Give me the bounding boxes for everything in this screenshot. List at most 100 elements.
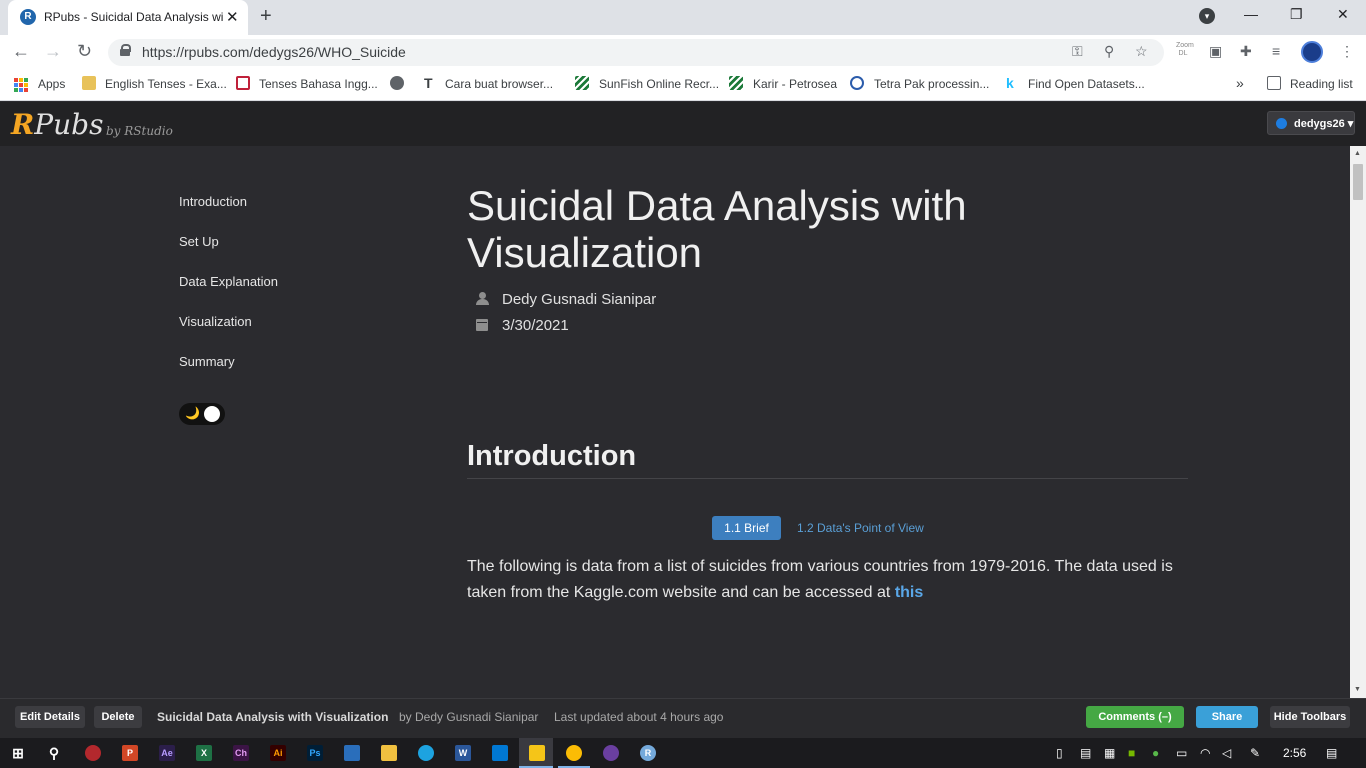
file-explorer-icon[interactable] — [381, 745, 397, 761]
hide-toolbars-button[interactable]: Hide Toolbars — [1270, 706, 1350, 728]
document-content: Introduction Set Up Data Explanation Vis… — [0, 146, 1350, 698]
tray-globe-icon[interactable]: ● — [1152, 746, 1159, 760]
kaggle-link[interactable]: this — [895, 584, 923, 601]
power-icon — [1276, 118, 1287, 129]
volume-icon[interactable]: ◁ — [1222, 746, 1231, 760]
illustrator-icon[interactable]: Ai — [270, 745, 286, 761]
browser-tab-strip: R RPubs - Suicidal Data Analysis wi ✕ + … — [0, 0, 1366, 35]
restore-button[interactable]: ❐ — [1290, 6, 1303, 23]
dark-mode-toggle[interactable]: 🌙 — [179, 403, 225, 425]
powerpoint-icon[interactable]: P — [122, 745, 138, 761]
bookmark-english-tenses[interactable]: English Tenses - Exa... — [105, 77, 227, 91]
notifications-icon[interactable]: ▤ — [1326, 746, 1337, 760]
github-desktop-icon[interactable] — [603, 745, 619, 761]
bookmark-tetra-pak-icon — [850, 76, 864, 90]
share-button[interactable]: Share — [1196, 706, 1258, 728]
bookmark-karir-petrosea[interactable]: Karir - Petrosea — [753, 77, 837, 91]
comments-button[interactable]: Comments (–) — [1086, 706, 1184, 728]
rpubs-logo[interactable]: RPubs — [11, 108, 103, 141]
forward-button[interactable]: → — [44, 41, 62, 62]
tab-search-icon[interactable]: ▾ — [1199, 8, 1215, 24]
toc-set-up[interactable]: Set Up — [179, 234, 219, 249]
bookmark-globe-icon[interactable] — [390, 76, 404, 90]
word-icon[interactable]: W — [455, 745, 471, 761]
calendar-icon — [476, 319, 488, 331]
scroll-down-icon[interactable]: ▼ — [1354, 686, 1361, 693]
publish-date: 3/30/2021 — [502, 317, 569, 334]
app-icon[interactable] — [344, 745, 360, 761]
tray-app-icon[interactable]: ▦ — [1104, 746, 1115, 760]
bookmark-tenses-bahasa-icon — [236, 76, 250, 90]
tab-brief[interactable]: 1.1 Brief — [712, 516, 781, 540]
search-icon[interactable]: ⚲ — [46, 745, 62, 761]
antivirus-icon[interactable] — [85, 745, 101, 761]
character-animator-icon[interactable]: Ch — [233, 745, 249, 761]
bookmark-apps[interactable]: Apps — [38, 77, 65, 91]
bookmark-cara-buat-browser[interactable]: Cara buat browser... — [445, 77, 553, 91]
bookmark-t-icon: T — [424, 75, 433, 91]
taskbar-clock[interactable]: 2:56 — [1283, 746, 1306, 760]
user-menu-button[interactable]: dedygs26 ▾ — [1267, 111, 1355, 135]
nvidia-icon[interactable]: ■ — [1128, 746, 1135, 760]
footer-author: by Dedy Gusnadi Sianipar — [399, 710, 539, 724]
tab-data-point-of-view[interactable]: 1.2 Data's Point of View — [797, 521, 924, 535]
toc-summary[interactable]: Summary — [179, 354, 235, 369]
photoshop-icon[interactable]: Ps — [307, 745, 323, 761]
scroll-up-icon[interactable]: ▲ — [1354, 150, 1361, 157]
window-close-button[interactable]: ✕ — [1337, 6, 1349, 23]
user-name: dedygs26 ▾ — [1294, 118, 1354, 130]
bookmark-tenses-bahasa[interactable]: Tenses Bahasa Ingg... — [259, 77, 378, 91]
chrome-icon[interactable] — [566, 745, 582, 761]
section-divider — [467, 478, 1188, 479]
pen-icon[interactable]: ✎ — [1250, 746, 1260, 760]
key-icon[interactable]: ⚿ — [1072, 43, 1083, 60]
tray-phone-icon[interactable]: ▯ — [1056, 746, 1063, 760]
toc-introduction[interactable]: Introduction — [179, 194, 247, 209]
rstudio-icon[interactable]: R — [640, 745, 656, 761]
sticky-notes-icon[interactable] — [529, 745, 545, 761]
scroll-thumb[interactable] — [1353, 164, 1363, 200]
chrome-menu-icon[interactable]: ⋮ — [1340, 43, 1354, 60]
bookmark-sunfish[interactable]: SunFish Online Recr... — [599, 77, 719, 91]
zoom-icon[interactable]: ⚲ — [1104, 43, 1114, 60]
reload-button[interactable]: ↻ — [77, 41, 92, 62]
extensions-puzzle-icon[interactable]: ✚ — [1240, 43, 1252, 60]
bookmark-star-icon[interactable]: ☆ — [1135, 43, 1148, 60]
tray-display-icon[interactable]: ▤ — [1080, 746, 1091, 760]
excel-icon[interactable]: X — [196, 745, 212, 761]
after-effects-icon[interactable]: Ae — [159, 745, 175, 761]
rpubs-favicon-icon: R — [20, 9, 36, 25]
rpubs-header: RPubs by RStudio dedygs26 ▾ — [0, 102, 1366, 146]
edit-details-button[interactable]: Edit Details — [15, 706, 85, 728]
bookmarks-overflow-icon[interactable]: » — [1236, 75, 1244, 91]
address-bar[interactable]: https://rpubs.com/dedygs26/WHO_Suicide ⚿… — [108, 39, 1164, 66]
vscode-icon[interactable] — [492, 745, 508, 761]
bookmark-karir-icon — [729, 76, 743, 90]
profile-avatar[interactable] — [1301, 41, 1323, 63]
toc-visualization[interactable]: Visualization — [179, 314, 252, 329]
back-button[interactable]: ← — [12, 41, 30, 62]
bookmark-tetra-pak[interactable]: Tetra Pak processin... — [874, 77, 989, 91]
toc-data-explanation[interactable]: Data Explanation — [179, 274, 278, 289]
tab-title: RPubs - Suicidal Data Analysis wi — [44, 10, 224, 24]
windows-start-icon[interactable]: ⊞ — [10, 745, 26, 761]
delete-button[interactable]: Delete — [94, 706, 142, 728]
page-scrollbar[interactable]: ▲ ▼ — [1350, 146, 1366, 698]
url-text[interactable]: https://rpubs.com/dedygs26/WHO_Suicide — [142, 44, 406, 60]
bookmarks-bar: Apps English Tenses - Exa... Tenses Baha… — [0, 69, 1366, 101]
zoom-dl-extension-icon[interactable]: Zoom DL — [1176, 42, 1194, 58]
media-control-icon[interactable]: ≡ — [1272, 43, 1280, 59]
minimize-button[interactable]: — — [1244, 6, 1258, 22]
windows-taskbar: ⊞ ⚲ P Ae X Ch Ai Ps W R ▯ ▤ ▦ ■ ● ▭ ◠ ◁ … — [0, 738, 1366, 768]
edge-icon[interactable] — [418, 745, 434, 761]
wifi-icon[interactable]: ◠ — [1200, 746, 1210, 760]
bookmark-kaggle-icon: k — [1006, 75, 1014, 91]
new-tab-button[interactable]: + — [260, 5, 272, 28]
bookmark-find-open-datasets[interactable]: Find Open Datasets... — [1028, 77, 1145, 91]
reading-list[interactable]: Reading list — [1290, 77, 1353, 91]
tab-close-icon[interactable]: ✕ — [226, 8, 239, 26]
browser-tab[interactable]: R RPubs - Suicidal Data Analysis wi ✕ — [8, 0, 248, 35]
battery-icon[interactable]: ▭ — [1176, 746, 1187, 760]
bookmark-sunfish-icon — [575, 76, 589, 90]
extension-chat-icon[interactable]: ▣ — [1209, 43, 1222, 60]
